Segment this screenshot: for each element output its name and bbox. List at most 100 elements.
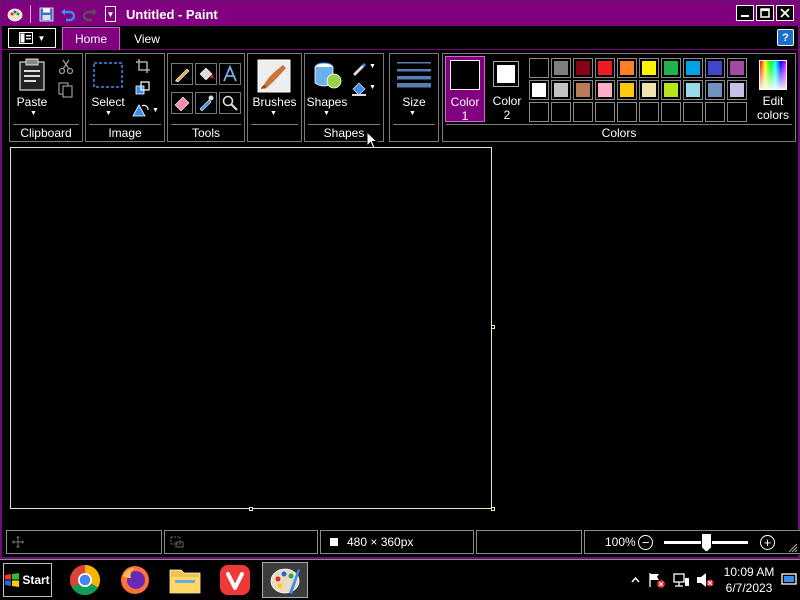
magnifier-icon[interactable] [219, 92, 241, 117]
custom-color-slot[interactable] [661, 102, 681, 122]
custom-color-slot[interactable] [573, 102, 593, 122]
brushes-button-label[interactable]: Brushes [248, 95, 301, 109]
color2-button[interactable]: Color 2 [487, 56, 527, 122]
taskbar-paint[interactable] [262, 562, 308, 598]
palette-swatch[interactable] [595, 58, 615, 78]
taskbar-firefox[interactable] [112, 562, 158, 598]
zoom-out-button[interactable]: − [638, 535, 653, 550]
paste-dropdown-icon[interactable]: ▼ [30, 110, 37, 117]
size-dropdown-icon[interactable]: ▼ [409, 110, 416, 117]
select-button-label[interactable]: Select [90, 95, 126, 109]
custom-color-slot[interactable] [617, 102, 637, 122]
custom-color-slot[interactable] [705, 102, 725, 122]
outline-dropdown-icon[interactable]: ▼ [369, 63, 376, 70]
palette-swatch[interactable] [551, 80, 571, 100]
cut-icon[interactable] [58, 59, 74, 78]
edit-colors-button[interactable]: Edit colors [751, 56, 795, 122]
palette-swatch[interactable] [573, 58, 593, 78]
paste-icon[interactable] [18, 58, 46, 95]
size-button-label[interactable]: Size [390, 95, 438, 109]
taskbar-chrome[interactable] [62, 562, 108, 598]
crop-icon[interactable] [136, 59, 150, 76]
palette-swatch[interactable] [705, 58, 725, 78]
palette-swatch[interactable] [529, 58, 549, 78]
save-icon[interactable] [37, 5, 55, 23]
resize-handle-right[interactable] [491, 325, 495, 329]
network-tray[interactable] [670, 560, 692, 600]
tab-home[interactable]: Home [62, 27, 120, 50]
taskbar-vivaldi[interactable] [212, 562, 258, 598]
rotate-dropdown-icon[interactable]: ▼ [152, 107, 159, 114]
select-icon[interactable] [93, 62, 123, 91]
speaker-muted-icon [697, 573, 714, 587]
shapes-button-label[interactable]: Shapes [305, 95, 349, 109]
fill-icon[interactable] [351, 81, 367, 100]
custom-color-slot[interactable] [529, 102, 549, 122]
system-clock[interactable]: 10:09 AM 6/7/2023 [718, 564, 780, 596]
close-button[interactable] [776, 5, 794, 21]
custom-color-slot[interactable] [551, 102, 571, 122]
palette-swatch[interactable] [617, 80, 637, 100]
copy-icon[interactable] [58, 82, 74, 101]
redo-icon[interactable] [81, 5, 99, 23]
palette-swatch[interactable] [661, 58, 681, 78]
palette-swatch[interactable] [617, 58, 637, 78]
custom-color-slot[interactable] [727, 102, 747, 122]
palette-swatch[interactable] [639, 58, 659, 78]
palette-swatch[interactable] [595, 80, 615, 100]
pencil-icon[interactable] [171, 63, 193, 88]
palette-swatch[interactable] [551, 58, 571, 78]
rotate-icon[interactable] [132, 103, 150, 120]
show-hidden-icons-button[interactable] [626, 560, 644, 600]
color-picker-icon[interactable] [195, 92, 217, 117]
palette-swatch[interactable] [661, 80, 681, 100]
palette-swatch[interactable] [705, 80, 725, 100]
custom-color-slot[interactable] [683, 102, 703, 122]
action-center-tray[interactable] [646, 560, 668, 600]
fill-with-color-icon[interactable] [195, 63, 217, 88]
palette-swatch[interactable] [683, 58, 703, 78]
custom-color-slot[interactable] [595, 102, 615, 122]
palette-swatch[interactable] [573, 80, 593, 100]
size-icon[interactable] [396, 60, 432, 91]
brush-icon[interactable] [257, 59, 291, 96]
taskbar-file-explorer[interactable] [162, 562, 208, 598]
window-controls [736, 5, 794, 21]
text-icon[interactable] [219, 63, 241, 88]
size-grip-icon[interactable] [788, 542, 798, 556]
minimize-button[interactable] [736, 5, 754, 21]
outline-icon[interactable] [351, 60, 367, 79]
tab-view[interactable]: View [124, 27, 170, 50]
group-divider [89, 124, 161, 125]
shapes-icon[interactable] [310, 59, 344, 96]
paste-button-label[interactable]: Paste [14, 95, 50, 109]
color1-button[interactable]: Color 1 [445, 56, 485, 123]
customize-quick-access-icon[interactable]: ▼ [105, 6, 116, 22]
zoom-in-button[interactable]: + [760, 535, 775, 550]
title-bar[interactable]: ▼ Untitled - Paint [2, 2, 798, 26]
palette-swatch[interactable] [683, 80, 703, 100]
resize-icon[interactable] [135, 81, 151, 98]
selection-size-cell [164, 530, 318, 554]
show-desktop-button[interactable] [780, 560, 798, 600]
palette-swatch[interactable] [727, 80, 747, 100]
volume-tray[interactable] [694, 560, 716, 600]
brushes-dropdown-icon[interactable]: ▼ [270, 110, 277, 117]
palette-swatch[interactable] [529, 80, 549, 100]
palette-swatch[interactable] [639, 80, 659, 100]
select-dropdown-icon[interactable]: ▼ [105, 110, 112, 117]
resize-handle-corner[interactable] [491, 507, 495, 511]
start-button[interactable]: Start [3, 563, 52, 597]
file-menu-button[interactable]: ▼ [8, 28, 56, 48]
custom-color-slot[interactable] [639, 102, 659, 122]
drawing-canvas[interactable] [10, 147, 492, 509]
resize-handle-bottom[interactable] [249, 507, 253, 511]
eraser-icon[interactable] [171, 92, 193, 117]
undo-icon[interactable] [59, 5, 77, 23]
paint-app-icon[interactable] [6, 5, 24, 23]
palette-swatch[interactable] [727, 58, 747, 78]
maximize-button[interactable] [756, 5, 774, 21]
shapes-dropdown-icon[interactable]: ▼ [323, 110, 330, 117]
fill-dropdown-icon[interactable]: ▼ [369, 84, 376, 91]
help-icon[interactable]: ? [777, 29, 794, 46]
